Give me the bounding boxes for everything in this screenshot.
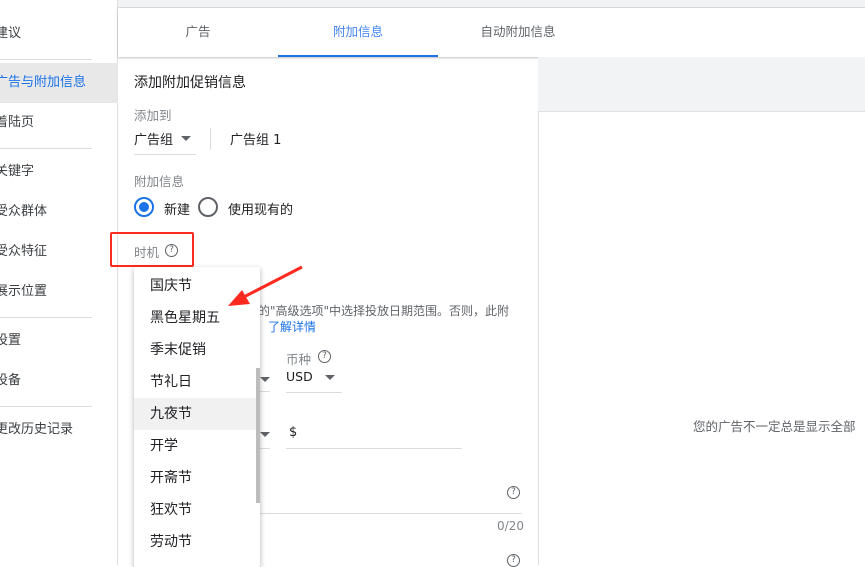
- currency-prefix: $: [289, 425, 298, 440]
- sidebar-item-ads-extensions[interactable]: 广告与附加信息: [0, 63, 118, 103]
- radio-existing[interactable]: [198, 197, 218, 217]
- sidebar-item-placements[interactable]: 展示位置: [0, 272, 118, 312]
- menu-item-eid[interactable]: 开斋节: [134, 462, 260, 494]
- menu-item-back-to-school[interactable]: 开学: [134, 430, 260, 462]
- divider: [0, 59, 92, 60]
- form-title: 添加附加促销信息: [134, 75, 246, 91]
- dropdown-arrow-icon: [325, 375, 335, 380]
- tab-auto-extensions[interactable]: 自动附加信息: [438, 8, 598, 57]
- radio-new-label: 新建: [164, 203, 191, 218]
- annotation-arrow-icon: [228, 265, 303, 306]
- help-icon[interactable]: ?: [507, 486, 520, 499]
- scrollbar-thumb[interactable]: [256, 368, 260, 503]
- sidebar-item-audiences[interactable]: 受众群体: [0, 192, 118, 232]
- hidden-select[interactable]: [260, 425, 270, 449]
- level-select[interactable]: 广告组: [134, 123, 196, 155]
- dropdown-arrow-icon: [260, 432, 270, 437]
- currency-select[interactable]: USD: [286, 365, 342, 393]
- radio-existing-label: 使用现有的: [228, 203, 294, 218]
- tab-extensions[interactable]: 附加信息: [278, 8, 438, 57]
- occasion-label: 时机: [134, 245, 160, 260]
- occasion-dropdown-menu: 国庆节 黑色星期五 季末促销 节礼日 九夜节 开学 开斋节 狂欢节 劳动节: [134, 267, 260, 567]
- divider: [0, 406, 92, 407]
- text-input-underline[interactable]: [260, 513, 522, 514]
- divider: [210, 128, 211, 150]
- preview-panel: [538, 57, 865, 565]
- divider: [0, 148, 92, 149]
- currency-value: USD: [286, 369, 313, 384]
- sidebar-item-change-history[interactable]: 更改历史记录: [0, 410, 118, 450]
- menu-item-navratri[interactable]: 九夜节: [134, 398, 260, 430]
- sidebar-item-landing-pages[interactable]: 着陆页: [0, 103, 118, 143]
- amount-input[interactable]: $: [286, 420, 462, 449]
- sidebar-item-recommendations[interactable]: 建议: [0, 14, 118, 54]
- divider: [0, 317, 92, 318]
- level-select-value: 广告组: [134, 133, 174, 148]
- extension-label: 附加信息: [134, 174, 185, 189]
- menu-item-end-of-season[interactable]: 季末促销: [134, 334, 260, 366]
- menu-item-labor-day[interactable]: 劳动节: [134, 526, 260, 558]
- dropdown-arrow-icon: [181, 136, 191, 141]
- hidden-select[interactable]: [260, 370, 270, 392]
- tab-bar: 广告 附加信息 自动附加信息: [118, 8, 865, 57]
- dropdown-arrow-icon: [260, 377, 270, 382]
- preview-text: 您的广告不一定总是显示全部: [693, 419, 856, 434]
- char-count: 0/20: [497, 519, 524, 533]
- sidebar-item-settings[interactable]: 设置: [0, 321, 118, 361]
- tab-ads[interactable]: 广告: [118, 8, 278, 57]
- top-bar: [118, 0, 865, 8]
- preview-header: [538, 57, 865, 112]
- menu-item-boxing-day[interactable]: 节礼日: [134, 366, 260, 398]
- menu-item-carnival[interactable]: 狂欢节: [134, 494, 260, 526]
- radio-new[interactable]: [134, 197, 154, 217]
- sidebar-item-devices[interactable]: 设备: [0, 361, 118, 401]
- sidebar: 建议 广告与附加信息 着陆页 关键字 受众群体 受众特征 展示位置 设置 设备 …: [0, 0, 118, 565]
- level-value: 广告组 1: [230, 133, 282, 148]
- learn-more-link[interactable]: 了解详情: [268, 318, 316, 335]
- help-icon[interactable]: ?: [318, 350, 331, 363]
- sidebar-item-keywords[interactable]: 关键字: [0, 152, 118, 192]
- help-icon[interactable]: ?: [507, 554, 520, 567]
- help-icon[interactable]: ?: [165, 244, 178, 257]
- sidebar-item-demographics[interactable]: 受众特征: [0, 232, 118, 272]
- add-to-label: 添加到: [134, 108, 172, 123]
